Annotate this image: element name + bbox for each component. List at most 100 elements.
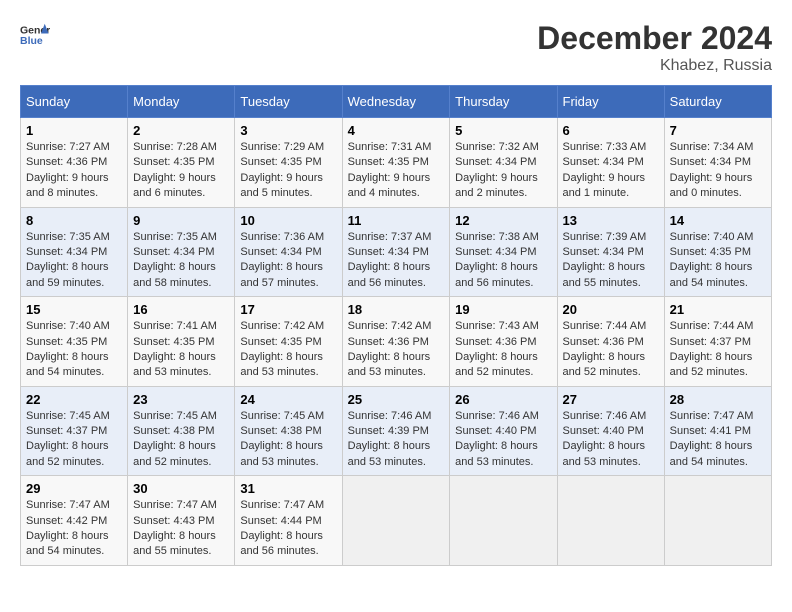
- sunrise-label: Sunrise:: [563, 141, 606, 153]
- sunset-time: 4:34 PM: [388, 246, 429, 258]
- sunset-label: Sunset:: [240, 515, 280, 527]
- sunrise-time: 7:33 AM: [606, 141, 646, 153]
- sunset-time: 4:34 PM: [174, 246, 215, 258]
- sunrise-time: 7:47 AM: [69, 499, 109, 511]
- sunrise-time: 7:37 AM: [391, 231, 431, 243]
- sunrise-label: Sunrise:: [240, 410, 283, 422]
- day-info: Sunrise: 7:45 AM Sunset: 4:37 PM Dayligh…: [26, 409, 122, 471]
- title-block: December 2024 Khabez, Russia: [537, 20, 772, 75]
- day-info: Sunrise: 7:40 AM Sunset: 4:35 PM Dayligh…: [670, 230, 766, 292]
- sunrise-time: 7:42 AM: [391, 320, 431, 332]
- sunset-label: Sunset:: [133, 156, 173, 168]
- day-number: 10: [240, 213, 336, 228]
- day-info: Sunrise: 7:37 AM Sunset: 4:34 PM Dayligh…: [348, 230, 445, 292]
- sunset-time: 4:42 PM: [66, 515, 107, 527]
- sunset-time: 4:36 PM: [66, 156, 107, 168]
- daylight-label: Daylight: 8 hours and 52 minutes.: [455, 351, 538, 378]
- month-title: December 2024: [537, 20, 772, 57]
- sunrise-time: 7:28 AM: [177, 141, 217, 153]
- sunrise-label: Sunrise:: [133, 231, 176, 243]
- sunset-label: Sunset:: [670, 425, 710, 437]
- day-info: Sunrise: 7:29 AM Sunset: 4:35 PM Dayligh…: [240, 140, 336, 202]
- sunset-time: 4:41 PM: [710, 425, 751, 437]
- sunset-time: 4:35 PM: [281, 336, 322, 348]
- sunrise-label: Sunrise:: [455, 231, 498, 243]
- day-number: 4: [348, 123, 445, 138]
- sunrise-time: 7:45 AM: [69, 410, 109, 422]
- sunset-label: Sunset:: [26, 336, 66, 348]
- day-number: 23: [133, 392, 229, 407]
- calendar-cell: 9 Sunrise: 7:35 AM Sunset: 4:34 PM Dayli…: [128, 207, 235, 297]
- day-number: 7: [670, 123, 766, 138]
- daylight-label: Daylight: 8 hours and 52 minutes.: [133, 440, 216, 467]
- calendar-cell: 25 Sunrise: 7:46 AM Sunset: 4:39 PM Dayl…: [342, 386, 450, 476]
- sunset-time: 4:35 PM: [174, 336, 215, 348]
- day-info: Sunrise: 7:27 AM Sunset: 4:36 PM Dayligh…: [26, 140, 122, 202]
- sunrise-label: Sunrise:: [26, 141, 69, 153]
- day-number: 24: [240, 392, 336, 407]
- sunrise-label: Sunrise:: [563, 410, 606, 422]
- day-info: Sunrise: 7:33 AM Sunset: 4:34 PM Dayligh…: [563, 140, 659, 202]
- daylight-label: Daylight: 8 hours and 53 minutes.: [240, 351, 323, 378]
- sunrise-time: 7:40 AM: [713, 231, 753, 243]
- calendar-cell: 5 Sunrise: 7:32 AM Sunset: 4:34 PM Dayli…: [450, 118, 557, 208]
- day-info: Sunrise: 7:47 AM Sunset: 4:43 PM Dayligh…: [133, 498, 229, 560]
- day-info: Sunrise: 7:35 AM Sunset: 4:34 PM Dayligh…: [26, 230, 122, 292]
- day-info: Sunrise: 7:35 AM Sunset: 4:34 PM Dayligh…: [133, 230, 229, 292]
- sunrise-label: Sunrise:: [133, 141, 176, 153]
- sunrise-time: 7:44 AM: [606, 320, 646, 332]
- calendar-cell: 14 Sunrise: 7:40 AM Sunset: 4:35 PM Dayl…: [664, 207, 771, 297]
- sunset-time: 4:34 PM: [66, 246, 107, 258]
- sunset-label: Sunset:: [348, 425, 388, 437]
- daylight-label: Daylight: 9 hours and 6 minutes.: [133, 172, 216, 199]
- calendar-cell: 19 Sunrise: 7:43 AM Sunset: 4:36 PM Dayl…: [450, 297, 557, 387]
- sunset-time: 4:36 PM: [603, 336, 644, 348]
- daylight-label: Daylight: 8 hours and 53 minutes.: [240, 440, 323, 467]
- sunrise-label: Sunrise:: [670, 141, 713, 153]
- daylight-label: Daylight: 9 hours and 8 minutes.: [26, 172, 109, 199]
- sunset-label: Sunset:: [133, 246, 173, 258]
- calendar-cell: 24 Sunrise: 7:45 AM Sunset: 4:38 PM Dayl…: [235, 386, 342, 476]
- sunrise-time: 7:45 AM: [177, 410, 217, 422]
- sunrise-time: 7:47 AM: [284, 499, 324, 511]
- sunrise-time: 7:35 AM: [177, 231, 217, 243]
- daylight-label: Daylight: 8 hours and 54 minutes.: [670, 440, 753, 467]
- calendar-cell: 18 Sunrise: 7:42 AM Sunset: 4:36 PM Dayl…: [342, 297, 450, 387]
- sunrise-time: 7:46 AM: [606, 410, 646, 422]
- sunrise-label: Sunrise:: [26, 320, 69, 332]
- sunrise-time: 7:34 AM: [713, 141, 753, 153]
- col-friday: Friday: [557, 86, 664, 118]
- sunrise-label: Sunrise:: [670, 410, 713, 422]
- daylight-label: Daylight: 9 hours and 5 minutes.: [240, 172, 323, 199]
- sunset-label: Sunset:: [133, 336, 173, 348]
- day-number: 21: [670, 302, 766, 317]
- daylight-label: Daylight: 8 hours and 53 minutes.: [563, 440, 646, 467]
- day-number: 8: [26, 213, 122, 228]
- daylight-label: Daylight: 8 hours and 56 minutes.: [455, 261, 538, 288]
- calendar-cell: 12 Sunrise: 7:38 AM Sunset: 4:34 PM Dayl…: [450, 207, 557, 297]
- day-info: Sunrise: 7:44 AM Sunset: 4:37 PM Dayligh…: [670, 319, 766, 381]
- daylight-label: Daylight: 8 hours and 57 minutes.: [240, 261, 323, 288]
- sunset-label: Sunset:: [26, 156, 66, 168]
- sunset-label: Sunset:: [563, 156, 603, 168]
- sunrise-label: Sunrise:: [670, 320, 713, 332]
- sunrise-time: 7:32 AM: [499, 141, 539, 153]
- sunrise-label: Sunrise:: [348, 141, 391, 153]
- calendar-cell: 26 Sunrise: 7:46 AM Sunset: 4:40 PM Dayl…: [450, 386, 557, 476]
- day-info: Sunrise: 7:46 AM Sunset: 4:40 PM Dayligh…: [563, 409, 659, 471]
- sunset-label: Sunset:: [26, 515, 66, 527]
- col-thursday: Thursday: [450, 86, 557, 118]
- day-number: 25: [348, 392, 445, 407]
- daylight-label: Daylight: 8 hours and 54 minutes.: [26, 530, 109, 557]
- calendar-header-row: Sunday Monday Tuesday Wednesday Thursday…: [21, 86, 772, 118]
- sunset-label: Sunset:: [670, 156, 710, 168]
- sunrise-time: 7:38 AM: [499, 231, 539, 243]
- sunset-time: 4:35 PM: [388, 156, 429, 168]
- calendar-cell: 23 Sunrise: 7:45 AM Sunset: 4:38 PM Dayl…: [128, 386, 235, 476]
- sunrise-label: Sunrise:: [26, 499, 69, 511]
- calendar-cell: 22 Sunrise: 7:45 AM Sunset: 4:37 PM Dayl…: [21, 386, 128, 476]
- day-number: 5: [455, 123, 551, 138]
- day-info: Sunrise: 7:45 AM Sunset: 4:38 PM Dayligh…: [240, 409, 336, 471]
- sunset-label: Sunset:: [240, 336, 280, 348]
- sunset-label: Sunset:: [670, 246, 710, 258]
